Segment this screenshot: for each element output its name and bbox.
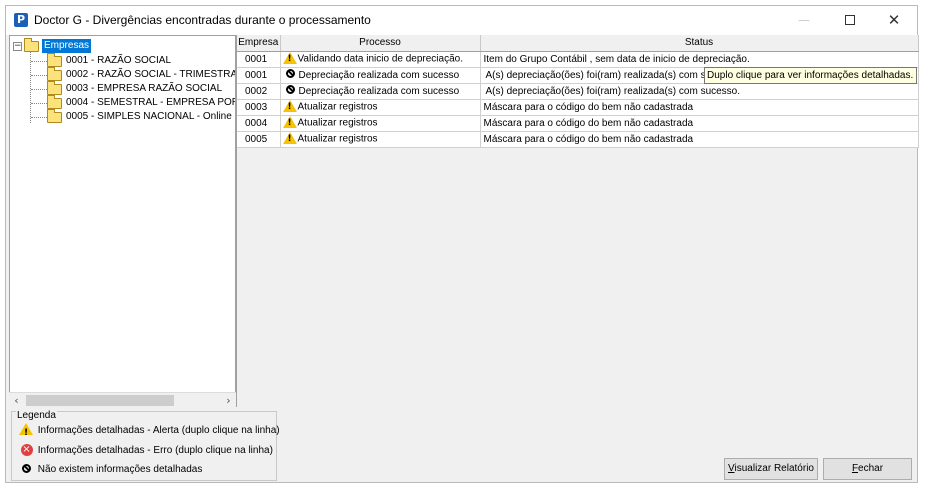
warning-icon	[282, 116, 297, 128]
tree-item-label: 0002 - RAZÃO SOCIAL - TRIMESTRAL	[66, 69, 236, 80]
maximize-button[interactable]	[827, 6, 873, 35]
tree-item[interactable]: 0002 - RAZÃO SOCIAL - TRIMESTRAL	[10, 67, 236, 82]
tree-line	[31, 117, 47, 118]
collapse-icon[interactable]: −	[13, 42, 22, 51]
legend-none-label: Não existem informações detalhadas	[37, 464, 203, 475]
warning-icon	[19, 423, 33, 441]
cell-status: Máscara para o código do bem não cadastr…	[480, 115, 919, 132]
table-row[interactable]: 0001 Validando data inicio de depreciaçã…	[237, 51, 919, 68]
cell-empresa: 0002	[237, 83, 281, 100]
tooltip: Duplo clique para ver informações detalh…	[704, 67, 917, 84]
tree-item[interactable]: 0001 - RAZÃO SOCIAL	[10, 53, 235, 68]
divergence-grid[interactable]: Empresa Processo Status 0001 Validando d…	[236, 35, 919, 407]
no-info-icon	[21, 463, 31, 473]
tree-item[interactable]: 0003 - EMPRESA RAZÃO SOCIAL	[10, 81, 235, 96]
legend-alert: Informações detalhadas - Alerta (duplo c…	[18, 423, 280, 441]
column-header-processo[interactable]: Processo	[280, 35, 481, 52]
maximize-icon	[845, 15, 855, 25]
tree-item-label: 0004 - SEMESTRAL - EMPRESA POR NOTA	[66, 97, 235, 108]
cell-empresa: 0001	[237, 51, 281, 68]
cell-processo: Validando data inicio de depreciação.	[280, 51, 481, 68]
tree-item-label: 0005 - SIMPLES NACIONAL - Online -BAIXA	[66, 111, 235, 122]
folder-open-icon	[24, 38, 39, 52]
view-report-button[interactable]: Visualizar Relatório	[724, 458, 818, 480]
cell-status: Máscara para o código do bem não cadastr…	[480, 99, 919, 116]
legend-group: Legenda Informações detalhadas - Alerta …	[11, 410, 280, 481]
cell-status: Item do Grupo Contábil , sem data de ini…	[480, 51, 919, 68]
scroll-right-icon[interactable]: ›	[221, 393, 236, 408]
cell-processo-text: Depreciação realizada com sucesso	[298, 69, 460, 81]
window-title: Doctor G - Divergências encontradas dura…	[34, 13, 371, 27]
tree-item-label: 0001 - RAZÃO SOCIAL	[66, 55, 172, 66]
minimize-button[interactable]: —	[781, 6, 827, 35]
button-label: echar	[858, 463, 884, 474]
close-window-button[interactable]: ✕	[871, 6, 917, 35]
table-header: Empresa Processo Status	[237, 35, 919, 52]
warning-icon	[282, 132, 297, 144]
cell-empresa: 0003	[237, 99, 281, 116]
tree-line	[31, 89, 47, 90]
legend-none: Não existem informações detalhadas	[18, 462, 202, 478]
tree-line	[31, 103, 47, 104]
table-row[interactable]: 0003 Atualizar registros Máscara para o …	[237, 99, 919, 116]
company-tree[interactable]: − Empresas 0001 - RAZÃO SOCIAL 0002 - RA…	[9, 35, 236, 407]
tree-item[interactable]: 0005 - SIMPLES NACIONAL - Online -BAIXA	[10, 109, 235, 124]
folder-icon	[47, 81, 62, 95]
no-info-icon	[285, 69, 295, 79]
title-bar: P Doctor G - Divergências encontradas du…	[6, 6, 917, 35]
cell-processo: Atualizar registros	[280, 115, 481, 132]
folder-icon	[47, 53, 62, 67]
tree-horizontal-scrollbar[interactable]: ‹ ›	[9, 392, 236, 407]
tree-line	[31, 61, 47, 62]
tree-root[interactable]: − Empresas	[10, 38, 235, 53]
tree-item[interactable]: 0004 - SEMESTRAL - EMPRESA POR NOTA	[10, 95, 235, 110]
table-row[interactable]: 0005 Atualizar registros Máscara para o …	[237, 131, 919, 148]
warning-icon	[282, 52, 297, 64]
cell-processo: Atualizar registros	[280, 99, 481, 116]
error-icon: ×	[20, 444, 33, 457]
column-header-status[interactable]: Status	[480, 35, 919, 52]
cell-processo: Depreciação realizada com sucesso	[280, 83, 481, 100]
cell-processo-text: Atualizar registros	[297, 101, 378, 113]
cell-status: Máscara para o código do bem não cadastr…	[480, 131, 919, 148]
scrollbar-thumb[interactable]	[26, 395, 174, 406]
scroll-left-icon[interactable]: ‹	[9, 393, 24, 408]
tree-item-label: 0003 - EMPRESA RAZÃO SOCIAL	[66, 83, 223, 94]
table-row[interactable]: 0002 Depreciação realizada com sucesso A…	[237, 83, 919, 100]
table-row[interactable]: 0004 Atualizar registros Máscara para o …	[237, 115, 919, 132]
legend-error: × Informações detalhadas - Erro (duplo c…	[18, 443, 273, 459]
folder-icon	[47, 95, 62, 109]
close-button[interactable]: Fechar	[823, 458, 912, 480]
no-info-icon	[285, 85, 295, 95]
column-header-empresa[interactable]: Empresa	[237, 35, 281, 52]
tree-line	[31, 75, 47, 76]
cell-empresa: 0004	[237, 115, 281, 132]
cell-processo: Atualizar registros	[280, 131, 481, 148]
app-icon: P	[14, 13, 28, 27]
folder-icon	[47, 67, 62, 81]
cell-processo-text: Validando data inicio de depreciação.	[297, 53, 464, 65]
cell-processo: Depreciação realizada com sucesso	[280, 67, 481, 84]
tree-root-label[interactable]: Empresas	[42, 39, 92, 53]
cell-empresa: 0001	[237, 67, 281, 84]
cell-processo-text: Atualizar registros	[297, 117, 378, 129]
button-label: isualizar Relatório	[734, 463, 814, 474]
legend-title: Legenda	[16, 410, 57, 421]
cell-status: A(s) depreciação(ões) foi(ram) realizada…	[480, 83, 919, 100]
folder-icon	[47, 109, 62, 123]
cell-processo-text: Atualizar registros	[297, 133, 378, 145]
cell-empresa: 0005	[237, 131, 281, 148]
legend-error-label: Informações detalhadas - Erro (duplo cli…	[37, 445, 273, 456]
warning-icon	[282, 100, 297, 112]
legend-alert-label: Informações detalhadas - Alerta (duplo c…	[37, 425, 280, 436]
cell-processo-text: Depreciação realizada com sucesso	[298, 85, 460, 97]
divergence-table: Empresa Processo Status 0001 Validando d…	[237, 35, 919, 148]
